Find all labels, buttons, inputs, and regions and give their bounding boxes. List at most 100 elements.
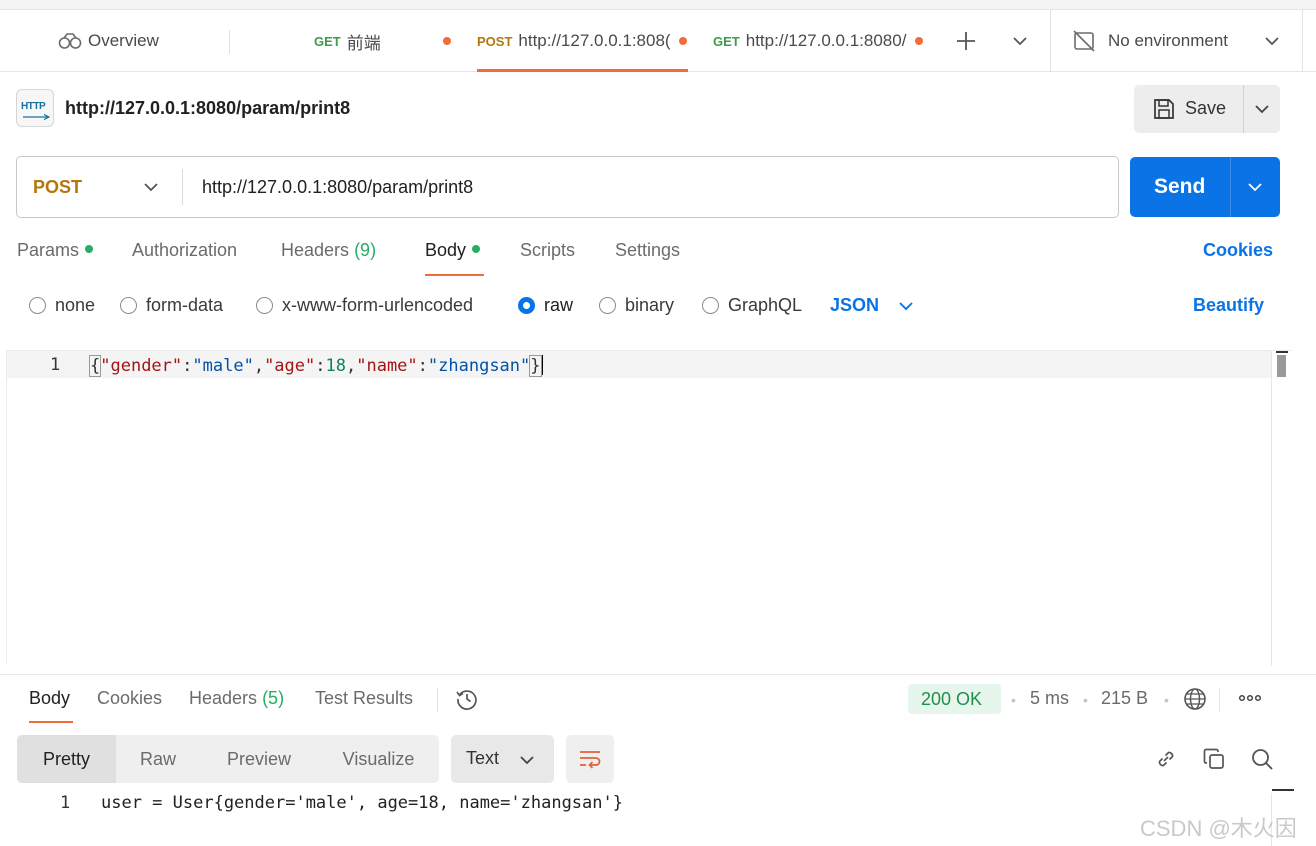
send-button-group: Send: [1130, 157, 1280, 217]
radio-none-label: none: [55, 295, 96, 315]
radio-form-data[interactable]: [120, 297, 137, 314]
body-editor[interactable]: 1 {"gender":"male","age":18,"name":"zhan…: [6, 350, 1293, 666]
right-divider: [1302, 10, 1303, 72]
request-name[interactable]: http://127.0.0.1:8080/param/print8: [65, 98, 350, 119]
tab-authorization[interactable]: Authorization: [132, 240, 237, 261]
new-tab-plus-icon[interactable]: [955, 30, 977, 52]
view-visualize[interactable]: Visualize: [318, 735, 439, 783]
tabs-chevron-down-icon[interactable]: [1011, 35, 1029, 47]
json-comma: ,: [253, 356, 265, 376]
language-chevron-down-icon[interactable]: [898, 301, 914, 312]
tab-title: http://127.0.0.1:8080/: [745, 31, 907, 50]
http-icon-text: HTTP: [21, 101, 46, 112]
body-tab-indicator: [425, 274, 484, 276]
response-right-divider: [1219, 688, 1220, 712]
tab-scripts[interactable]: Scripts: [520, 240, 575, 261]
search-icon[interactable]: [1250, 747, 1274, 771]
response-tab-cookies[interactable]: Cookies: [97, 688, 162, 709]
brace-open: {: [88, 355, 102, 377]
separator-dot: •: [1011, 692, 1016, 708]
text-cursor: [540, 355, 543, 375]
tab-overview[interactable]: Overview: [58, 10, 159, 72]
copy-link-icon[interactable]: [1154, 747, 1178, 771]
tab-params[interactable]: Params: [17, 240, 94, 261]
scrollbar-thumb[interactable]: [1277, 355, 1286, 377]
response-time[interactable]: 5 ms: [1030, 688, 1069, 709]
json-key: "name": [356, 356, 418, 376]
chevron-down-icon: [1246, 181, 1264, 193]
json-comma: ,: [345, 356, 357, 376]
language-select[interactable]: JSON: [830, 295, 879, 316]
view-raw[interactable]: Raw: [116, 735, 200, 783]
more-options-icon[interactable]: [1238, 692, 1262, 704]
cookies-link[interactable]: Cookies: [1203, 240, 1273, 261]
response-tab-body[interactable]: Body: [29, 688, 70, 709]
chevron-down-icon: [1253, 103, 1271, 115]
save-icon: [1152, 97, 1176, 121]
radio-none[interactable]: [29, 297, 46, 314]
json-colon: :: [182, 356, 193, 376]
radio-graphql[interactable]: [702, 297, 719, 314]
url-input[interactable]: http://127.0.0.1:8080/param/print8: [202, 177, 473, 198]
unsaved-dot: [679, 37, 687, 45]
json-key: "gender": [100, 356, 183, 376]
copy-icon[interactable]: [1202, 747, 1226, 771]
scroll-top-mark: [1276, 351, 1288, 353]
tab-body[interactable]: Body: [425, 240, 481, 261]
save-button[interactable]: Save: [1134, 85, 1243, 133]
environment-selector[interactable]: No environment: [1072, 10, 1228, 72]
editor-scrollbar[interactable]: [1271, 351, 1293, 666]
response-tab-headers[interactable]: Headers (5): [189, 688, 284, 709]
radio-raw[interactable]: [518, 297, 535, 314]
radio-binary[interactable]: [599, 297, 616, 314]
json-key: "age": [264, 356, 316, 376]
format-label: Text: [466, 748, 500, 768]
response-tab-test-results[interactable]: Test Results: [315, 688, 413, 709]
tab-get-localhost[interactable]: GET http://127.0.0.1:8080/: [713, 10, 909, 72]
radio-urlencoded[interactable]: [256, 297, 273, 314]
overview-icon: [58, 32, 82, 50]
view-pretty[interactable]: Pretty: [17, 735, 116, 783]
tab-headers-label: Headers: [281, 240, 350, 260]
method-select[interactable]: POST: [17, 157, 182, 217]
http-icon: HTTP: [16, 89, 54, 127]
method-divider: [182, 169, 183, 205]
response-body-indicator: [29, 721, 73, 723]
json-string: "male": [192, 356, 254, 376]
environment-chevron-down-icon[interactable]: [1263, 35, 1281, 47]
send-options-button[interactable]: [1231, 157, 1280, 217]
beautify-button[interactable]: Beautify: [1193, 295, 1264, 316]
response-body-line: user = User{gender='male', age=18, name=…: [101, 793, 623, 813]
tab-post-print8[interactable]: POST http://127.0.0.1:808(: [477, 10, 672, 72]
globe-icon[interactable]: [1183, 687, 1207, 711]
tab-divider: [229, 30, 230, 54]
tab-headers[interactable]: Headers (9): [281, 240, 376, 261]
status-badge[interactable]: 200 OK: [908, 684, 1001, 714]
response-size[interactable]: 215 B: [1101, 688, 1148, 709]
window-top-strip: [0, 0, 1316, 10]
tab-overview-label: Overview: [88, 31, 159, 50]
response-tab-divider: [437, 688, 438, 712]
tab-bar: Overview GET 前端 POST http://127.0.0.1:80…: [0, 10, 1316, 72]
send-label: Send: [1154, 175, 1206, 198]
response-view-selector: Pretty Raw Preview Visualize: [17, 735, 439, 783]
tab-method: GET: [314, 33, 341, 49]
save-options-button[interactable]: [1244, 85, 1280, 133]
body-active-dot: [472, 245, 481, 253]
wrap-lines-button[interactable]: [566, 735, 614, 783]
chevron-down-icon: [142, 181, 160, 193]
headers-count: (9): [354, 240, 377, 260]
method-label: POST: [33, 177, 83, 197]
params-active-dot: [85, 245, 94, 253]
format-select[interactable]: Text: [451, 735, 554, 783]
line-number: 1: [50, 355, 61, 375]
view-preview[interactable]: Preview: [200, 735, 318, 783]
send-button[interactable]: Send: [1130, 157, 1230, 217]
history-icon[interactable]: [455, 687, 479, 711]
tab-settings[interactable]: Settings: [615, 240, 680, 261]
json-string: "zhangsan": [427, 356, 531, 376]
tab-body-label: Body: [425, 240, 467, 260]
save-button-group: Save: [1134, 85, 1280, 133]
tab-get-frontend[interactable]: GET 前端: [314, 10, 381, 72]
env-divider: [1050, 10, 1051, 72]
